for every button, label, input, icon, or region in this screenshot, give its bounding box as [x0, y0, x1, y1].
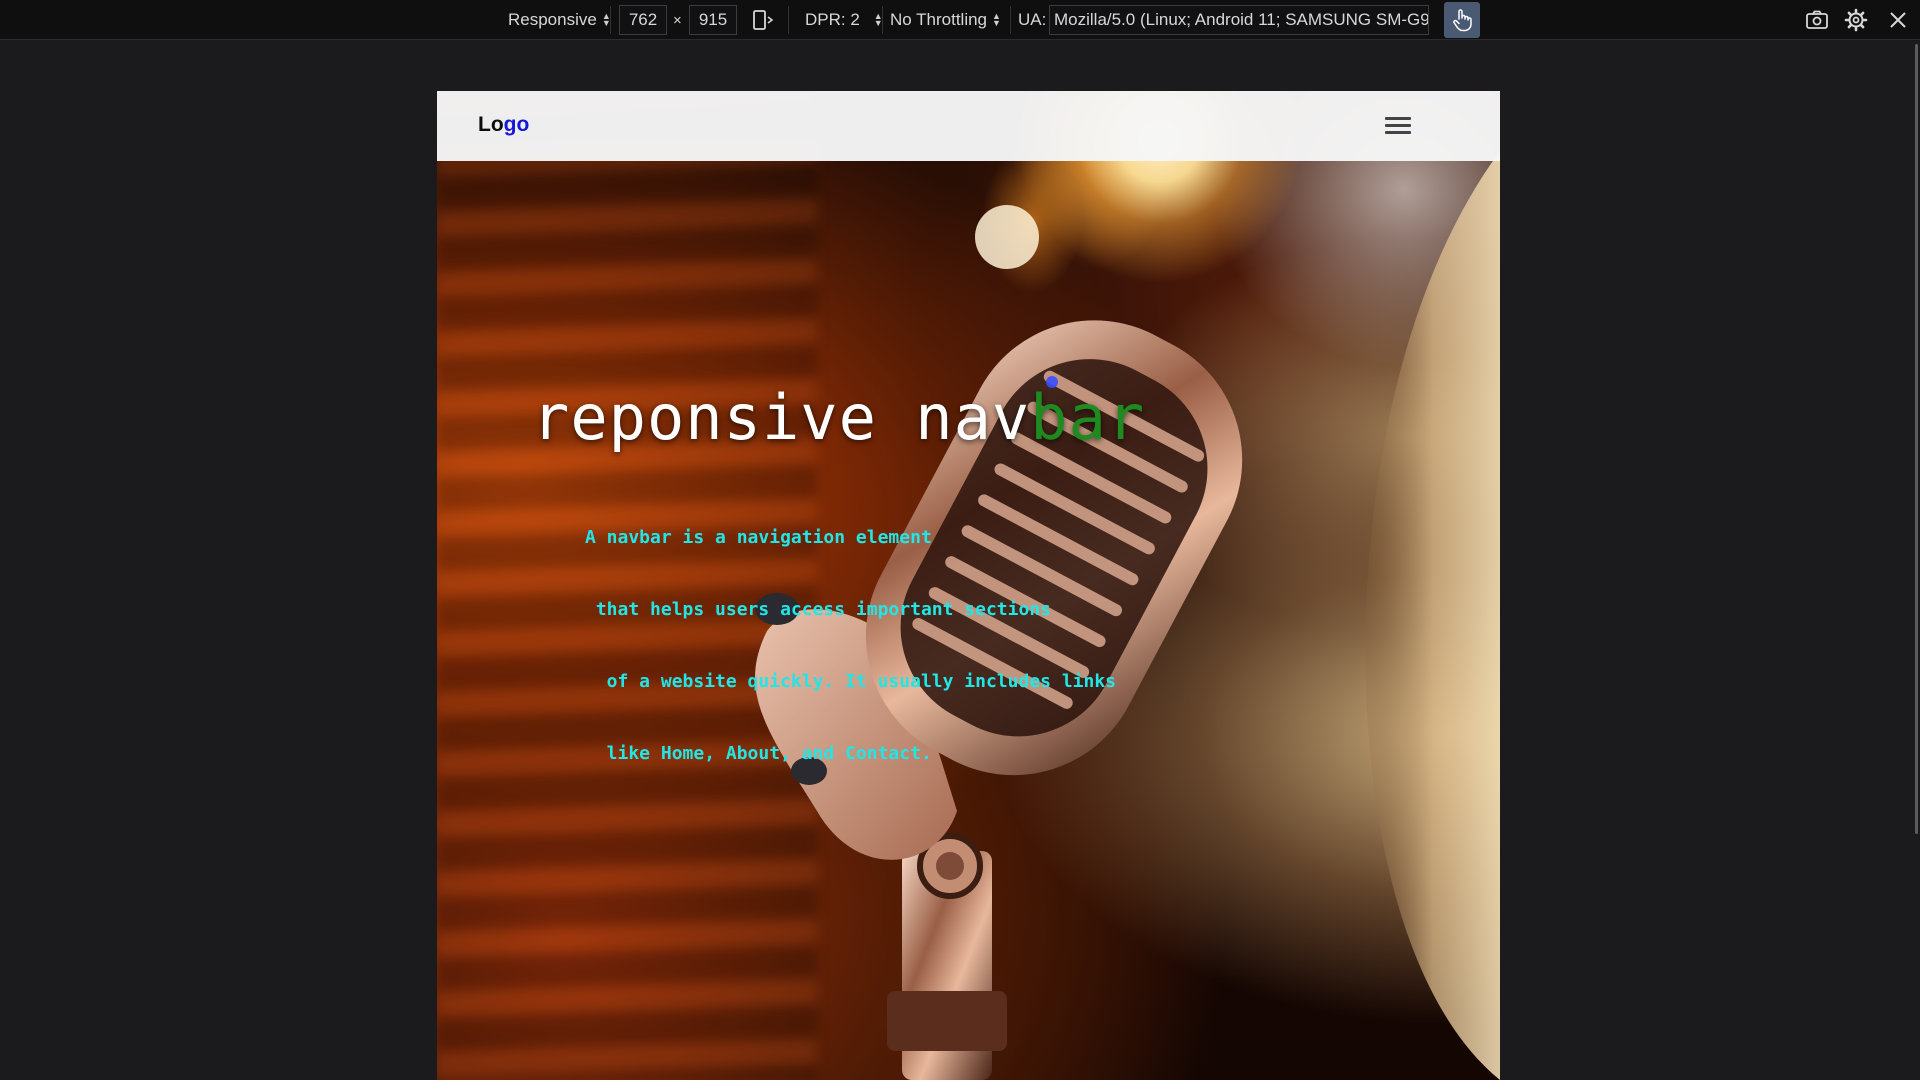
touch-simulation-button[interactable]: [1444, 2, 1480, 38]
width-input[interactable]: 762: [619, 5, 667, 35]
hero-description-line: of a website quickly. It usually include…: [585, 671, 1117, 692]
hero-description-line: A navbar is a navigation element: [585, 527, 932, 548]
dpr-select[interactable]: DPR: 2 ▲ ▼: [805, 0, 883, 40]
hamburger-menu-icon[interactable]: [1385, 117, 1411, 135]
hero-title-main: reponsive nav: [532, 381, 1031, 454]
logo-text-accent: go: [503, 113, 530, 136]
touch-hand-icon: [1453, 9, 1472, 32]
hero-title-accent: bar: [1030, 381, 1146, 454]
divider: [610, 6, 611, 34]
hero-description-line: like Home, About, and Contact.: [585, 743, 932, 764]
times-sign: ×: [673, 11, 682, 29]
divider: [788, 6, 789, 34]
height-input[interactable]: 915: [689, 5, 737, 35]
hero-description: A navbar is a navigation element that he…: [585, 478, 1116, 814]
settings-gear-icon[interactable]: [1844, 8, 1868, 32]
hero-title: reponsive navbar: [532, 381, 1145, 454]
screenshot-camera-icon[interactable]: [1805, 8, 1829, 32]
select-arrows-icon: ▲ ▼: [992, 11, 1001, 28]
rotate-device-icon[interactable]: [751, 8, 775, 32]
divider: [1010, 6, 1011, 34]
divider: [882, 6, 883, 34]
user-agent-input[interactable]: Mozilla/5.0 (Linux; Android 11; SAMSUNG …: [1049, 5, 1429, 35]
throttling-label: No Throttling: [890, 10, 988, 29]
dpr-label: DPR: 2: [805, 10, 860, 29]
device-viewport: Logo reponsive navbar A navbar is a navi…: [437, 91, 1500, 1080]
site-logo[interactable]: Logo: [478, 113, 529, 137]
scrollbar-thumb[interactable]: [1915, 44, 1918, 834]
logo-text-primary: Lo: [478, 113, 504, 136]
device-mode-select[interactable]: Responsive ▲ ▼: [508, 0, 611, 40]
throttling-select[interactable]: No Throttling ▲ ▼: [890, 0, 1001, 40]
ua-label: UA:: [1018, 10, 1047, 29]
devtools-toolbar: Responsive ▲ ▼ 762 × 915 DPR: 2 ▲ ▼ No Thr…: [0, 0, 1920, 40]
close-icon[interactable]: [1886, 8, 1910, 32]
site-navbar: Logo: [437, 91, 1500, 161]
hero-description-line: that helps users access important sectio…: [585, 599, 1051, 620]
device-mode-label: Responsive: [508, 10, 597, 29]
